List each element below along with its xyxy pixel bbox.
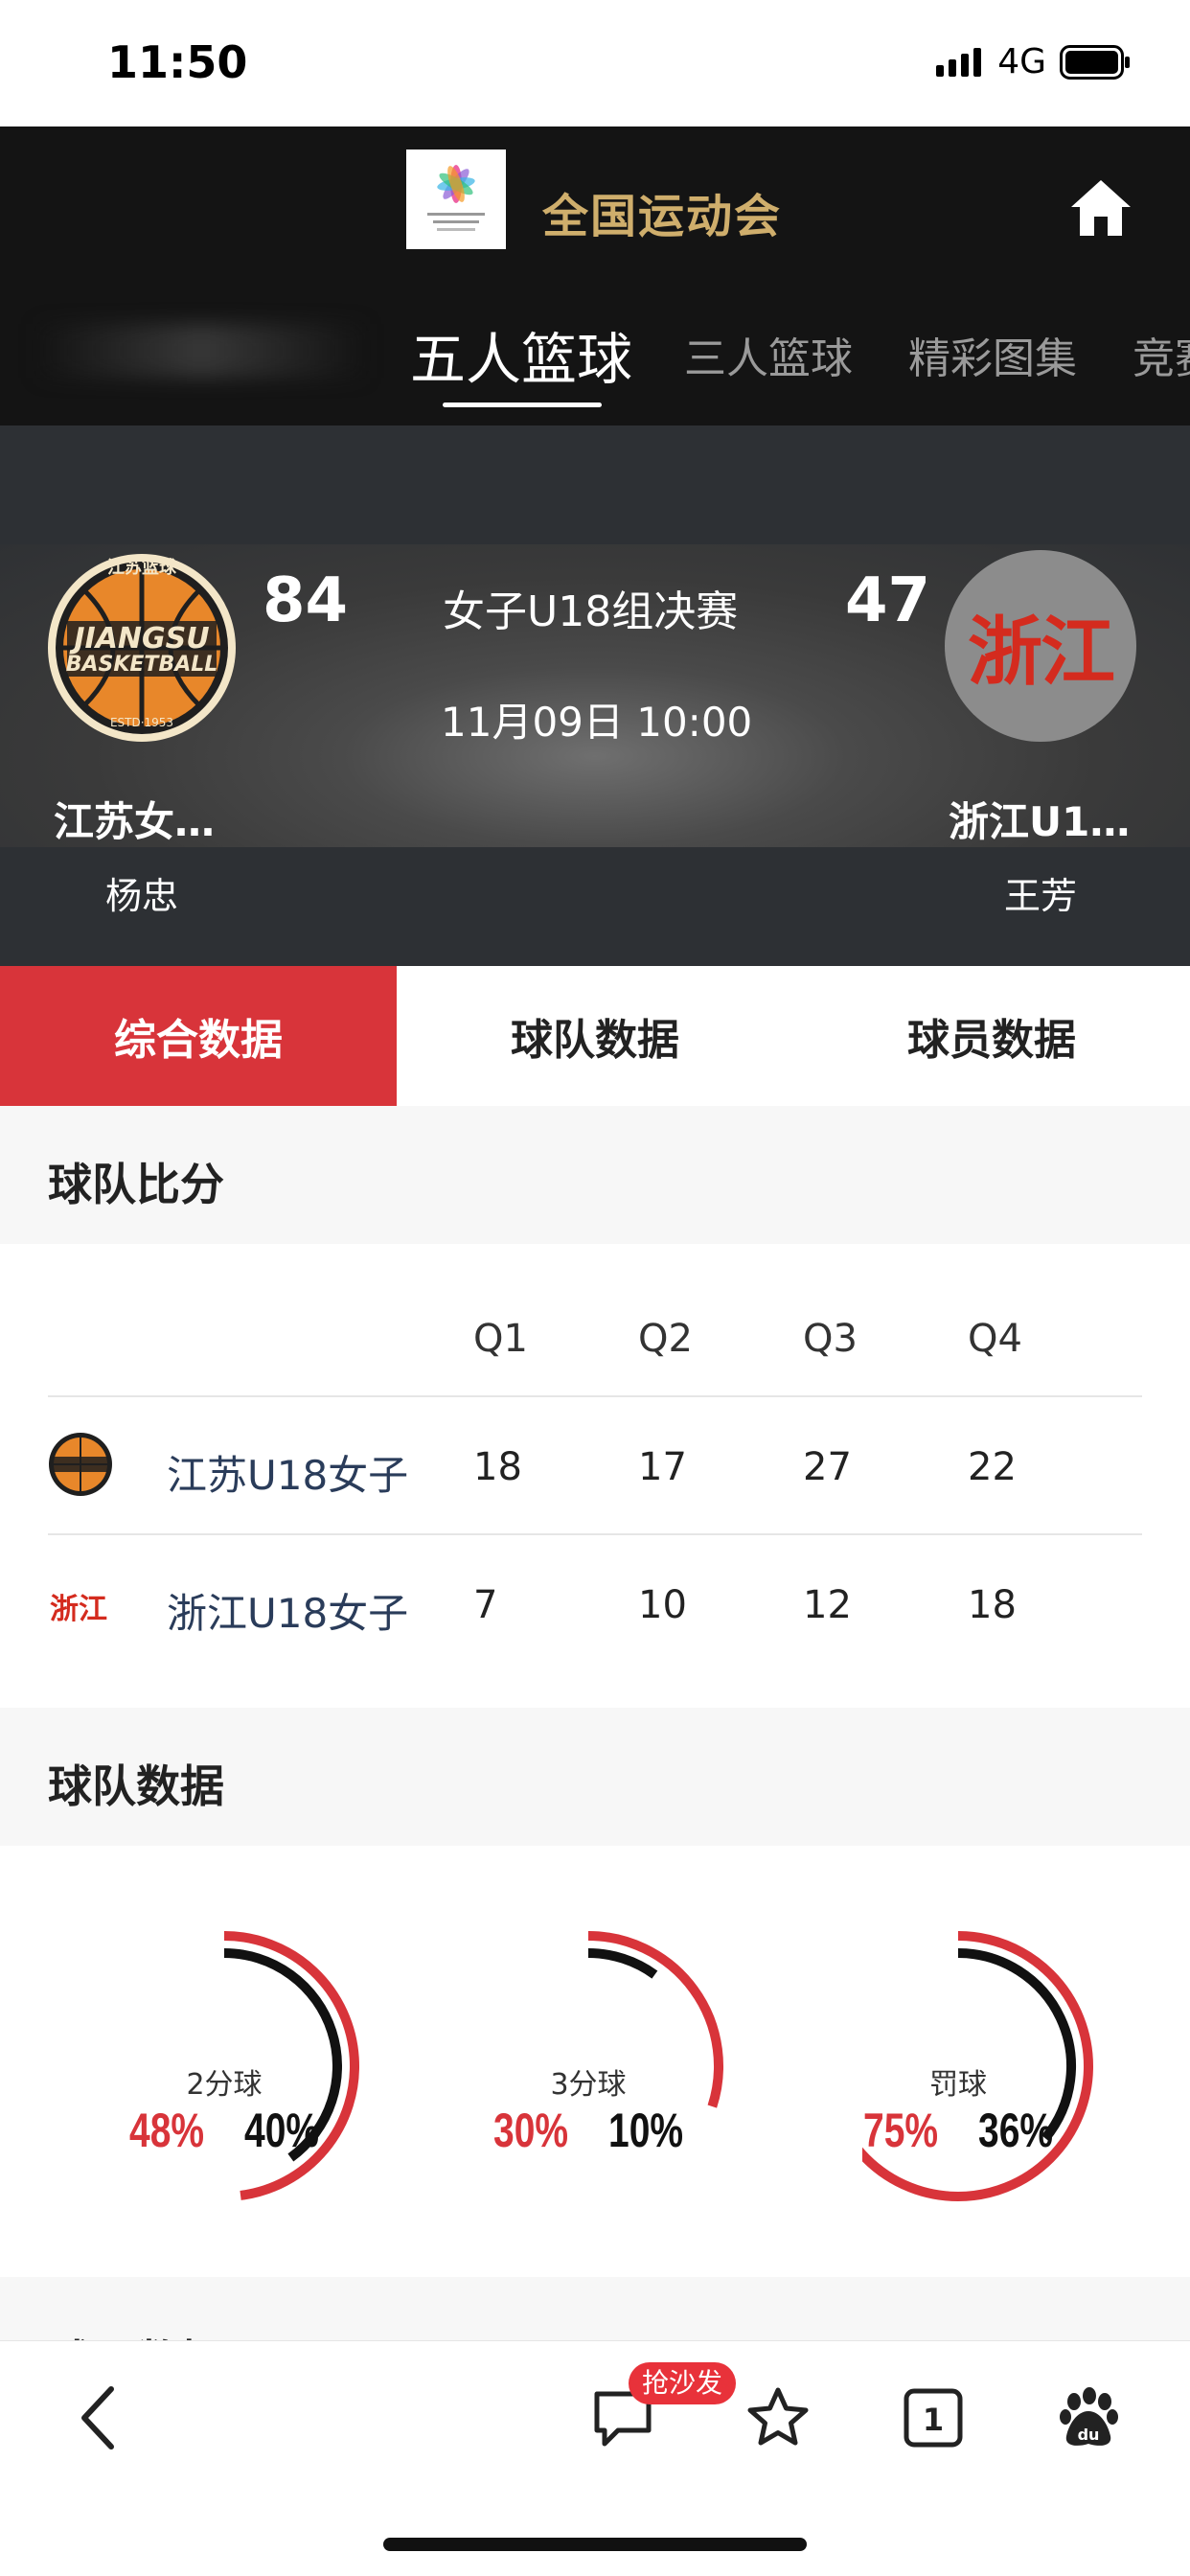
- away-percentage: 36%: [978, 2104, 1054, 2157]
- home-percentage: 75%: [862, 2104, 938, 2157]
- stat-label: 2分球: [186, 2068, 263, 2102]
- tab-overall-data[interactable]: 综合数据: [0, 966, 397, 1106]
- home-logo-line1: JIANGSU: [69, 622, 209, 656]
- row-team-name: 江苏U18女子: [167, 1452, 409, 1499]
- comment-badge: 抢沙发: [629, 2362, 737, 2404]
- table-row[interactable]: 江苏U18女子 18 17 27 22: [48, 1397, 1142, 1535]
- home-team-small-logo: [48, 1432, 113, 1497]
- score-cell: 10: [638, 1583, 687, 1627]
- col-q1: Q1: [473, 1317, 528, 1361]
- home-percentage: 30%: [492, 2104, 568, 2157]
- home-button[interactable]: [1067, 174, 1134, 242]
- tab-count: 1: [923, 2402, 944, 2438]
- row-team-name: 浙江U18女子: [167, 1590, 409, 1637]
- stat-donut-free-throw[interactable]: 罚球 75% 36%: [862, 1903, 1188, 2229]
- sport-tabs: 五人篮球 三人篮球 精彩图集 竞赛: [0, 314, 1190, 401]
- home-team-logo[interactable]: 江苏篮球 JIANGSU BASKETBALL ESTD·1953: [46, 552, 238, 744]
- svg-text:du: du: [1078, 2426, 1100, 2444]
- away-logo-text: 浙江: [967, 610, 1115, 696]
- home-percentage: 48%: [128, 2104, 204, 2157]
- back-button[interactable]: [59, 2380, 136, 2456]
- col-q4: Q4: [968, 1317, 1022, 1361]
- away-team-logo[interactable]: 浙江: [945, 550, 1136, 742]
- status-icons: 4G: [936, 42, 1131, 81]
- stat-donut-2pt[interactable]: 2分球 48% 40%: [128, 1903, 454, 2229]
- away-percentage: 40%: [244, 2104, 320, 2157]
- screen: 11:50 4G 全国运动会 五人篮球 三人篮球 精彩图集 竞 江苏篮球 JIA…: [0, 0, 1190, 2576]
- score-cell: 17: [638, 1445, 687, 1489]
- status-bar: 11:50 4G: [0, 0, 1190, 126]
- away-arc: [587, 1948, 658, 1979]
- tab-gallery[interactable]: 精彩图集: [908, 324, 1077, 385]
- tab-3v3-basketball[interactable]: 三人篮球: [684, 324, 853, 385]
- quarter-score-table: Q1 Q2 Q3 Q4 江苏U18女子 18 17 27 22 浙江 浙江U18…: [48, 1244, 1142, 1673]
- home-indicator: [383, 2538, 807, 2551]
- home-icon: [1071, 180, 1131, 236]
- active-tab-indicator: [443, 402, 602, 407]
- app-title: 全国运动会: [542, 190, 783, 243]
- away-team-small-logo: 浙江: [50, 1593, 107, 1626]
- signal-icon: [936, 47, 982, 77]
- score-cell: 27: [803, 1445, 852, 1489]
- battery-icon: [1060, 44, 1130, 80]
- favorite-button[interactable]: [740, 2380, 816, 2456]
- score-cell: 22: [968, 1445, 1017, 1489]
- paw-icon: du: [1060, 2387, 1118, 2446]
- match-banner: 江苏篮球 JIANGSU BASKETBALL ESTD·1953 84 女子U…: [0, 426, 1190, 966]
- table-header: Q1 Q2 Q3 Q4: [48, 1244, 1142, 1397]
- stat-label: 罚球: [929, 2068, 987, 2102]
- shooting-stats: 2分球 48% 40% 3分球 30% 10% 罚球 75% 36%: [0, 1846, 1190, 2267]
- away-percentage: 10%: [608, 2104, 684, 2157]
- tab-team-data[interactable]: 球队数据: [397, 966, 793, 1106]
- games-logo: [406, 150, 506, 249]
- tab-competition[interactable]: 竞赛: [1133, 324, 1190, 385]
- baidu-button[interactable]: du: [1050, 2380, 1127, 2456]
- home-coach: 杨忠: [105, 875, 179, 917]
- table-row[interactable]: 浙江 浙江U18女子 7 10 12 18: [48, 1535, 1142, 1673]
- data-tabs: 综合数据 球队数据 球员数据: [0, 966, 1190, 1106]
- tab-player-data[interactable]: 球员数据: [793, 966, 1190, 1106]
- score-cell: 7: [473, 1583, 498, 1627]
- col-q2: Q2: [638, 1317, 693, 1361]
- tabs-button[interactable]: 1: [895, 2380, 972, 2456]
- home-logo-estd: ESTD·1953: [110, 716, 173, 729]
- stat-values: 48% 40%: [128, 2103, 320, 2158]
- star-icon: [747, 2387, 809, 2446]
- home-score: 84: [263, 565, 349, 636]
- tab-5v5-basketball[interactable]: 五人篮球: [410, 314, 632, 395]
- match-title: 女子U18组决赛: [443, 587, 739, 636]
- away-coach: 王芳: [1004, 875, 1078, 917]
- score-cell: 18: [473, 1445, 522, 1489]
- score-section-title: 球队比分: [48, 1159, 224, 1210]
- away-team-name[interactable]: 浙江U1…: [949, 790, 1130, 848]
- app-header: 全国运动会 五人篮球 三人篮球 精彩图集 竞赛: [0, 126, 1190, 426]
- score-cell: 18: [968, 1583, 1017, 1627]
- score-cell: 12: [803, 1583, 852, 1627]
- status-time: 11:50: [107, 36, 248, 88]
- network-type: 4G: [997, 42, 1046, 81]
- home-logo-cn: 江苏篮球: [107, 557, 177, 578]
- score-section-header: 球队比分: [0, 1106, 1190, 1244]
- stat-label: 3分球: [550, 2068, 627, 2102]
- home-team-name[interactable]: 江苏女…: [54, 790, 215, 848]
- stat-values: 75% 36%: [862, 2103, 1054, 2158]
- back-arrow-icon: [81, 2386, 114, 2450]
- tabs-count-icon: 1: [904, 2388, 963, 2448]
- col-q3: Q3: [803, 1317, 858, 1361]
- games-emblem-icon: [427, 165, 485, 231]
- stat-values: 30% 10%: [492, 2103, 684, 2158]
- away-score: 47: [845, 565, 931, 636]
- home-logo-line2: BASKETBALL: [66, 653, 218, 677]
- match-datetime: 11月09日 10:00: [441, 699, 753, 746]
- stat-donut-3pt[interactable]: 3分球 30% 10%: [492, 1903, 818, 2229]
- team-stats-title: 球队数据: [48, 1760, 224, 1812]
- team-stats-header: 球队数据: [0, 1708, 1190, 1846]
